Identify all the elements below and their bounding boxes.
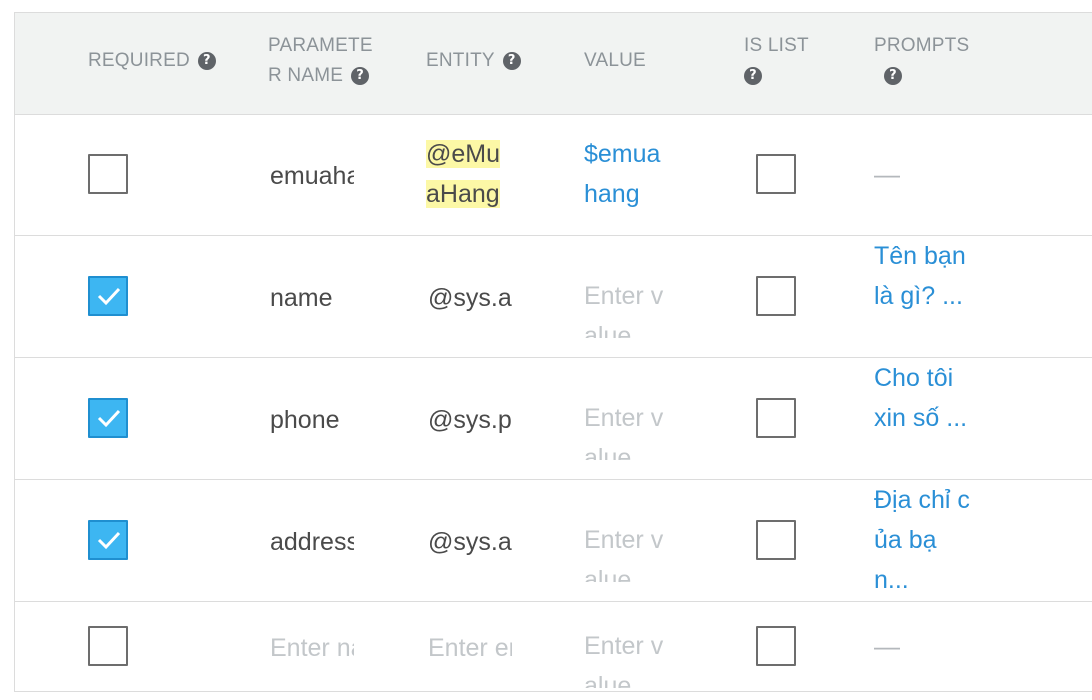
parameter-name-input[interactable]: Enter name bbox=[270, 628, 354, 668]
entity-link[interactable]: @eMu aHang bbox=[426, 134, 510, 214]
required-checkbox[interactable] bbox=[88, 626, 128, 666]
is-list-checkbox[interactable] bbox=[756, 520, 796, 560]
required-checkbox[interactable] bbox=[88, 398, 128, 438]
header-prompts-label: PROMPTS bbox=[874, 35, 970, 56]
table-row: emuahang @eMu aHang $emua hang — bbox=[15, 114, 1092, 236]
checkmark-icon bbox=[97, 409, 121, 428]
parameter-name[interactable]: emuahang bbox=[270, 156, 354, 196]
header-prompts: PROMPTS ? bbox=[874, 31, 969, 91]
value-field[interactable]: $emua hang bbox=[584, 134, 684, 214]
help-icon[interactable]: ? bbox=[884, 67, 902, 85]
is-list-checkbox[interactable] bbox=[756, 154, 796, 194]
parameter-name[interactable]: address bbox=[270, 522, 354, 562]
header-parameter-name: PARAMETE R NAME? bbox=[268, 31, 373, 91]
parameters-table: REQUIRED? PARAMETE R NAME? ENTITY? VALUE… bbox=[14, 12, 1092, 692]
entity-line2: aHang bbox=[426, 180, 500, 208]
header-parameter-name-line1: PARAMETE bbox=[268, 35, 373, 56]
header-entity: ENTITY? bbox=[426, 46, 521, 76]
table-header: REQUIRED? PARAMETE R NAME? ENTITY? VALUE… bbox=[15, 13, 1092, 115]
checkmark-icon bbox=[97, 287, 121, 306]
header-required-label: REQUIRED bbox=[88, 50, 190, 71]
table-row: Enter name Enter entity Enter value — bbox=[15, 602, 1092, 693]
table-row: phone @sys.phone-number Enter value Cho … bbox=[15, 358, 1092, 480]
is-list-checkbox[interactable] bbox=[756, 276, 796, 316]
header-required: REQUIRED? bbox=[88, 46, 216, 76]
help-icon[interactable]: ? bbox=[744, 67, 762, 85]
prompts-link[interactable]: Địa chỉ của bạn... bbox=[874, 480, 970, 592]
entity-link[interactable]: @sys.address bbox=[428, 522, 512, 562]
value-line2: hang bbox=[584, 180, 640, 208]
entity-input[interactable]: Enter entity bbox=[428, 628, 512, 668]
entity-line1: @eMu bbox=[426, 140, 501, 168]
header-value-label: VALUE bbox=[584, 50, 646, 71]
prompts-link[interactable]: Tên bạn là gì? ... bbox=[874, 236, 970, 348]
table-row: name @sys.any Enter value Tên bạn là gì?… bbox=[15, 236, 1092, 358]
parameter-name[interactable]: phone bbox=[270, 400, 354, 440]
value-input[interactable]: Enter value bbox=[584, 626, 664, 688]
checkmark-icon bbox=[97, 531, 121, 550]
help-icon[interactable]: ? bbox=[197, 52, 216, 70]
help-icon[interactable]: ? bbox=[502, 52, 521, 70]
is-list-checkbox[interactable] bbox=[756, 626, 796, 666]
required-checkbox[interactable] bbox=[88, 154, 128, 194]
entity-link[interactable]: @sys.any bbox=[428, 278, 512, 318]
required-checkbox[interactable] bbox=[88, 520, 128, 560]
help-icon[interactable]: ? bbox=[351, 67, 370, 85]
value-line1: $emua bbox=[584, 140, 661, 168]
header-parameter-name-line2: R NAME bbox=[268, 65, 344, 86]
is-list-checkbox[interactable] bbox=[756, 398, 796, 438]
header-is-list: IS LIST ? bbox=[744, 31, 809, 91]
header-is-list-label: IS LIST bbox=[744, 35, 809, 56]
header-value: VALUE bbox=[584, 46, 646, 76]
required-checkbox[interactable] bbox=[88, 276, 128, 316]
prompts-empty[interactable]: — bbox=[874, 626, 900, 666]
prompts-empty[interactable]: — bbox=[874, 154, 900, 194]
value-input[interactable]: Enter value bbox=[584, 276, 664, 338]
value-input[interactable]: Enter value bbox=[584, 398, 664, 460]
prompts-link[interactable]: Cho tôi xin số ... bbox=[874, 358, 970, 470]
parameter-name[interactable]: name bbox=[270, 278, 354, 318]
entity-link[interactable]: @sys.phone-number bbox=[428, 400, 512, 440]
header-entity-label: ENTITY bbox=[426, 50, 495, 71]
table-row: address @sys.address Enter value Địa chỉ… bbox=[15, 480, 1092, 602]
value-input[interactable]: Enter value bbox=[584, 520, 664, 582]
